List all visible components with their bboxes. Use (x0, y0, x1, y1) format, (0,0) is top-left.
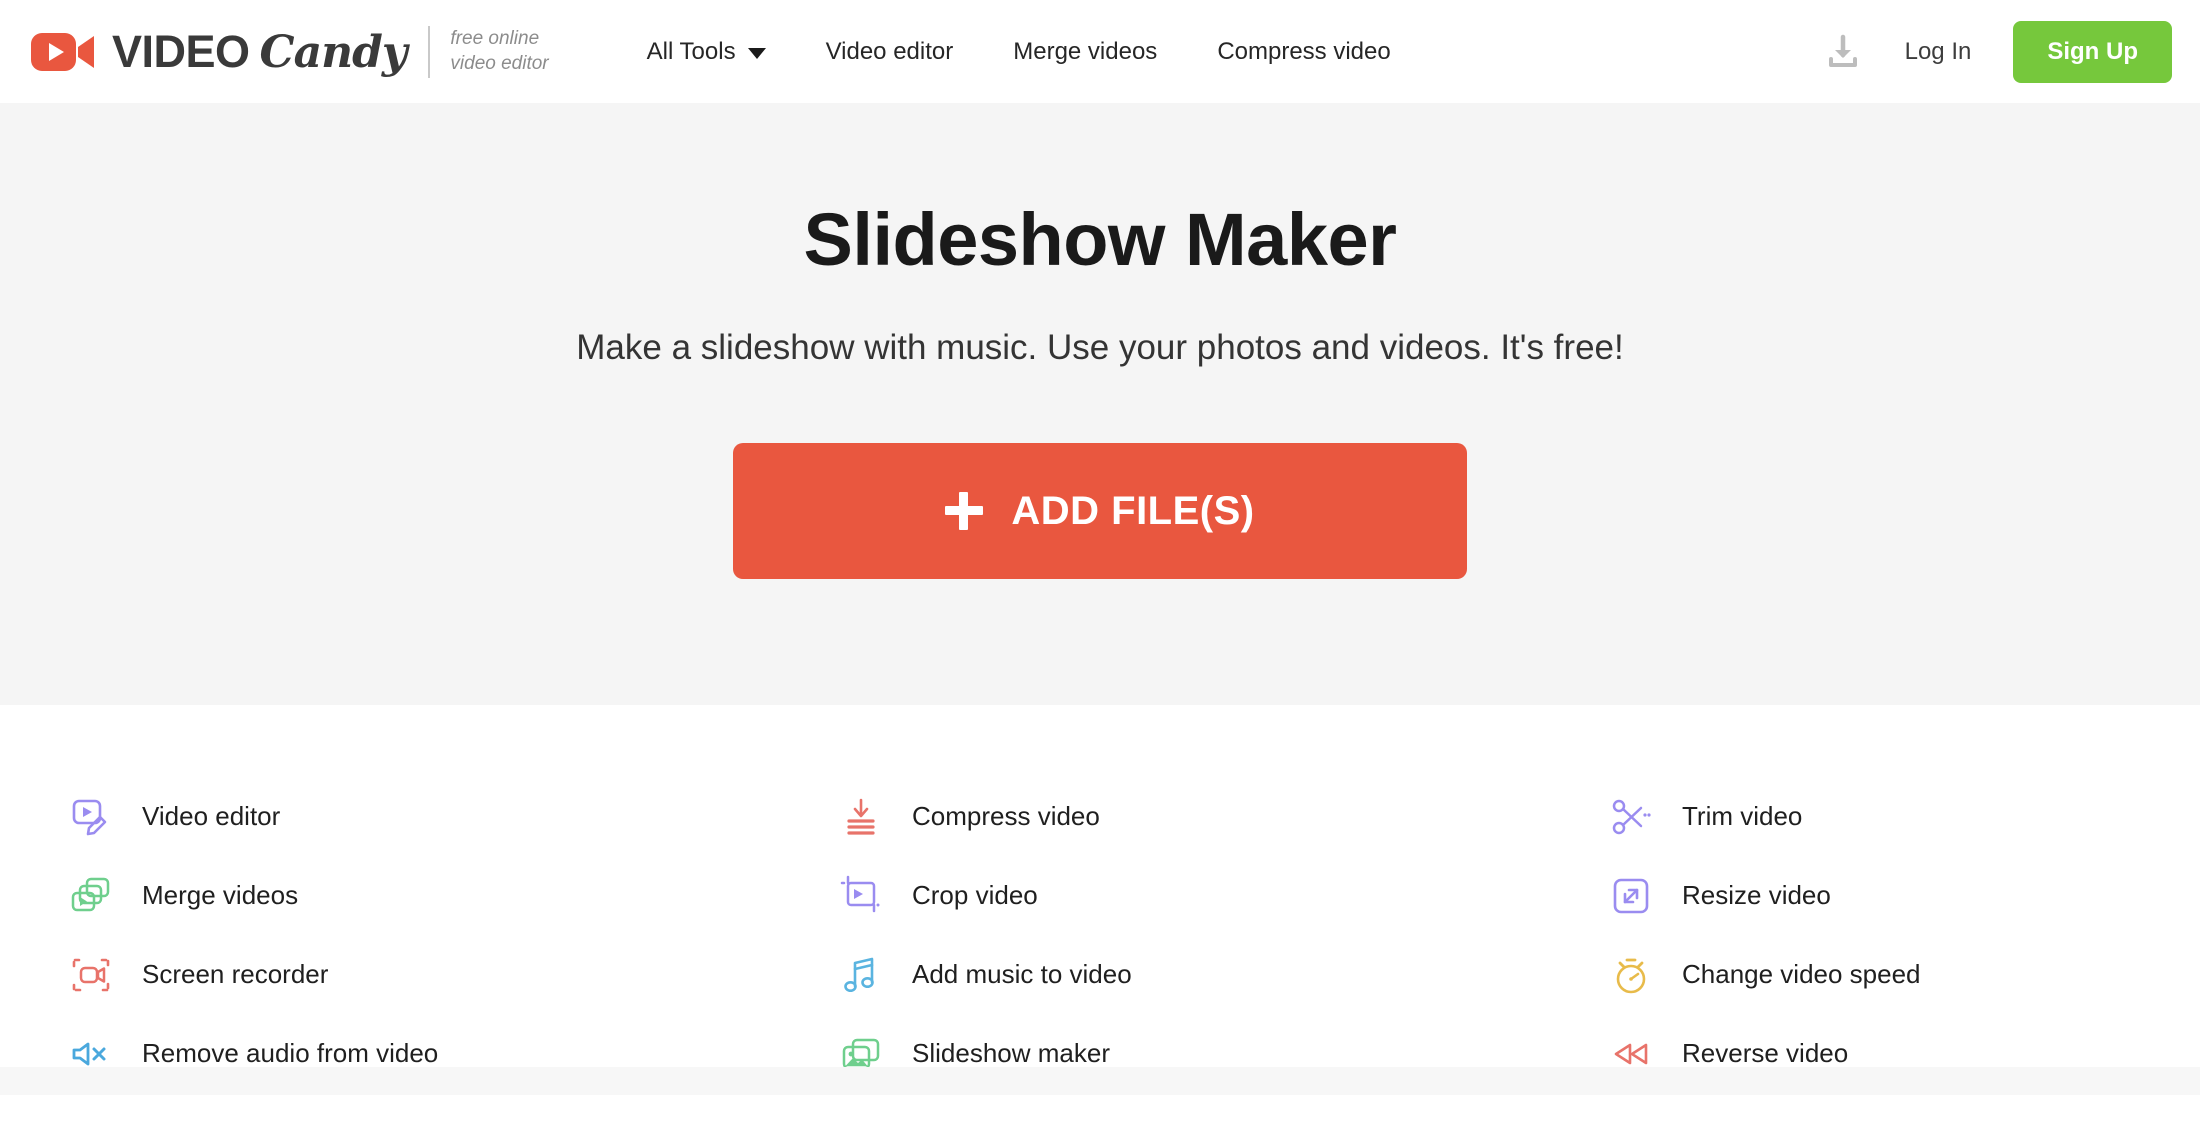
nav-item-video-editor[interactable]: Video editor (796, 38, 984, 66)
add-files-button[interactable]: ADD FILE(S) (733, 443, 1467, 579)
tool-label: Change video speed (1682, 959, 1921, 989)
brand-logo[interactable]: VIDEO Candy free online video editor (30, 25, 549, 78)
bottom-divider-band (0, 1067, 2200, 1095)
video-edit-icon (70, 796, 112, 838)
screen-record-icon (70, 954, 112, 996)
plus-icon (945, 492, 984, 530)
nav-label-all-tools: All Tools (646, 37, 736, 65)
logo-tagline-line2: video editor (450, 52, 549, 74)
download-icon[interactable] (1823, 32, 1863, 72)
tool-link-change-speed[interactable]: Change video speed (1610, 935, 2200, 1014)
header-actions: Log In Sign Up (1823, 20, 2172, 83)
logo-divider (428, 25, 431, 78)
tool-label: Add music to video (912, 959, 1132, 989)
tools-grid: Video editor Compress video Trim video M… (0, 705, 2200, 1093)
tool-label: Remove audio from video (142, 1038, 439, 1068)
chevron-down-icon (747, 48, 766, 59)
compress-icon (840, 796, 882, 838)
tool-link-video-editor[interactable]: Video editor (70, 777, 840, 856)
tool-link-screen-recorder[interactable]: Screen recorder (70, 935, 840, 1014)
tool-label: Video editor (142, 801, 281, 831)
crop-icon (840, 875, 882, 917)
tool-label: Reverse video (1682, 1038, 1849, 1068)
tool-label: Slideshow maker (912, 1038, 1110, 1068)
tool-link-crop-video[interactable]: Crop video (840, 856, 1610, 935)
logo-wordmark: VIDEO Candy (112, 25, 408, 78)
page-title: Slideshow Maker (803, 198, 1397, 281)
tool-label: Merge videos (142, 880, 299, 910)
tool-link-compress-video[interactable]: Compress video (840, 777, 1610, 856)
signup-button[interactable]: Sign Up (2013, 20, 2172, 83)
tools-section: Video editor Compress video Trim video M… (0, 705, 2200, 1095)
tool-link-resize-video[interactable]: Resize video (1610, 856, 2200, 935)
merge-videos-icon (70, 875, 112, 917)
tool-label: Crop video (912, 880, 1038, 910)
logo-tagline: free online video editor (450, 27, 548, 76)
tool-link-merge-videos[interactable]: Merge videos (70, 856, 840, 935)
nav-item-all-tools[interactable]: All Tools (617, 38, 796, 66)
login-link[interactable]: Log In (1905, 38, 1972, 66)
tool-label: Compress video (912, 801, 1100, 831)
tool-label: Screen recorder (142, 959, 329, 989)
video-camera-icon (30, 27, 96, 77)
nav-item-compress-video[interactable]: Compress video (1187, 38, 1420, 66)
resize-icon (1610, 875, 1652, 917)
logo-word-video: VIDEO (112, 25, 250, 77)
scissors-icon (1610, 796, 1652, 838)
hero-section: Slideshow Maker Make a slideshow with mu… (0, 103, 2200, 705)
page-subtitle: Make a slideshow with music. Use your ph… (576, 328, 1624, 367)
main-nav: All Tools Video editor Merge videos Comp… (617, 38, 1421, 66)
tool-label: Trim video (1682, 801, 1803, 831)
tool-link-trim-video[interactable]: Trim video (1610, 777, 2200, 856)
tool-label: Resize video (1682, 880, 1831, 910)
nav-item-merge-videos[interactable]: Merge videos (983, 38, 1187, 66)
stopwatch-icon (1610, 954, 1652, 996)
logo-word-candy: Candy (259, 26, 408, 78)
site-header: VIDEO Candy free online video editor All… (0, 0, 2200, 103)
logo-tagline-line1: free online (450, 28, 540, 50)
music-note-icon (840, 954, 882, 996)
tool-link-add-music[interactable]: Add music to video (840, 935, 1610, 1014)
add-files-label: ADD FILE(S) (1011, 488, 1255, 533)
